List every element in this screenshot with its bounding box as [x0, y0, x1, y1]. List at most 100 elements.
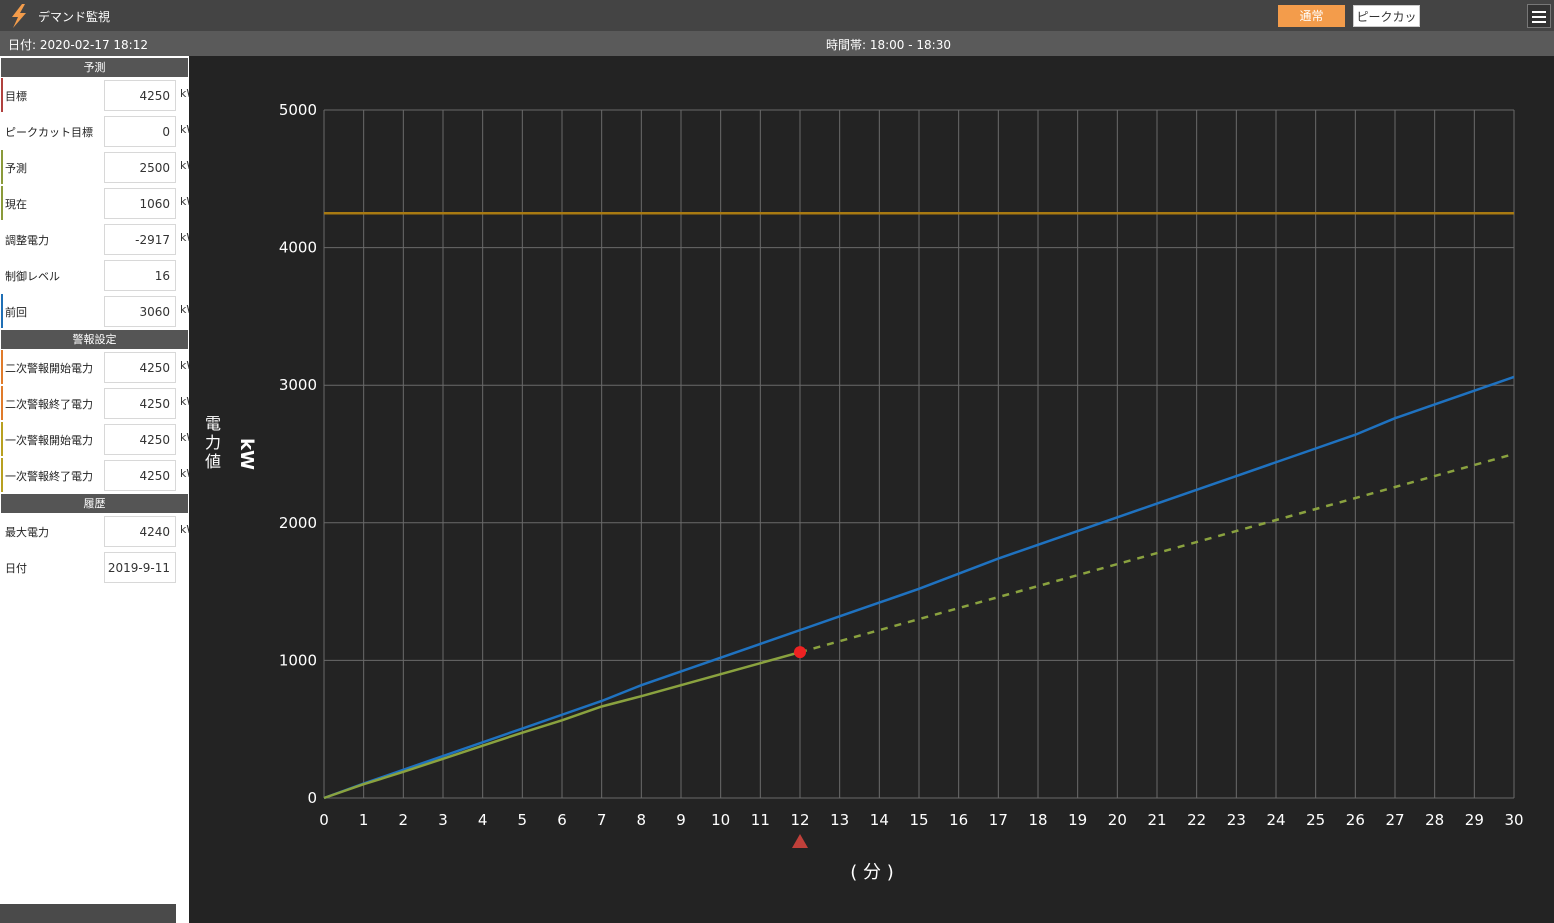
series-color-bar [1, 294, 3, 328]
x-tick-label: 29 [1465, 811, 1484, 829]
x-tick-label: 1 [359, 811, 369, 829]
x-tick-label: 17 [989, 811, 1008, 829]
row-secondary-alarm-end: 二次警報終了電力 4250 kW [0, 386, 189, 422]
previous-label: 前回 [5, 306, 27, 319]
x-tick-label: 28 [1425, 811, 1444, 829]
time-slot: 時間帯: 18:00 - 18:30 [826, 38, 951, 52]
current-field[interactable]: 1060 [104, 188, 176, 219]
y-unit-label: kW [236, 438, 257, 470]
unit-label: kW [180, 87, 189, 100]
unit-label: kW [180, 123, 189, 136]
x-tick-label: 18 [1028, 811, 1047, 829]
max-power-label: 最大電力 [5, 526, 49, 539]
x-tick-label: 15 [909, 811, 928, 829]
history-date-field[interactable]: 2019-9-11 [104, 552, 176, 583]
row-secondary-alarm-start: 二次警報開始電力 4250 kW [0, 350, 189, 386]
row-previous: 前回 3060 kW [0, 294, 189, 330]
row-primary-alarm-start: 一次警報開始電力 4250 kW [0, 422, 189, 458]
control-level-field[interactable]: 16 [104, 260, 176, 291]
x-tick-label: 13 [830, 811, 849, 829]
x-tick-label: 14 [870, 811, 889, 829]
unit-label: kW [180, 195, 189, 208]
alarm-settings-header: 警報設定 [1, 330, 188, 349]
forecast-field[interactable]: 2500 [104, 152, 176, 183]
y-tick-label: 3000 [279, 376, 317, 394]
current-value-point [794, 646, 806, 659]
series-color-bar [1, 422, 3, 456]
series-color-bar [1, 350, 3, 384]
peakcut-mode-button[interactable]: ピークカット [1353, 5, 1420, 46]
x-tick-label: 26 [1346, 811, 1365, 829]
unit-label: kW [180, 159, 189, 172]
x-tick-label: 4 [478, 811, 488, 829]
menu-icon[interactable] [1527, 4, 1551, 28]
info-bar: 日付: 2020-02-17 18:12 時間帯: 18:00 - 18:30 [0, 31, 1554, 56]
adjust-power-field[interactable]: -2917 [104, 224, 176, 255]
primary-alarm-start-label: 一次警報開始電力 [5, 434, 93, 447]
x-tick-label: 21 [1147, 811, 1166, 829]
x-tick-label: 24 [1266, 811, 1285, 829]
sidebar-footer [0, 904, 176, 923]
x-tick-label: 25 [1306, 811, 1325, 829]
row-primary-alarm-end: 一次警報終了電力 4250 kW [0, 458, 189, 494]
sidebar: 予測 警報設定 履歴 目標4250kWピークカット目標0kW予測2500kW現在… [0, 56, 189, 923]
app-title: デマンド監視 [38, 10, 111, 24]
series-color-bar [1, 78, 3, 112]
primary-alarm-end-field[interactable]: 4250 [104, 460, 176, 491]
current-label: 現在 [5, 198, 27, 211]
unit-label: kW [180, 431, 189, 444]
y-tick-label: 1000 [279, 651, 317, 669]
row-history-date: 日付 2019-9-11 [0, 550, 189, 586]
x-tick-label: 9 [676, 811, 686, 829]
unit-label: kW [180, 359, 189, 372]
primary-alarm-start-field[interactable]: 4250 [104, 424, 176, 455]
y-tick-label: 2000 [279, 514, 317, 532]
x-tick-label: 23 [1227, 811, 1246, 829]
row-adjust-power: 調整電力 -2917 kW [0, 222, 189, 258]
unit-label: kW [180, 395, 189, 408]
current-time-marker-icon [792, 834, 808, 848]
lightning-logo-icon [12, 4, 26, 28]
history-header: 履歴 [1, 494, 188, 513]
unit-label: kW [180, 467, 189, 480]
x-tick-label: 7 [597, 811, 607, 829]
target-field[interactable]: 4250 [104, 80, 176, 111]
secondary-alarm-end-field[interactable]: 4250 [104, 388, 176, 419]
x-tick-label: 30 [1504, 811, 1523, 829]
series-color-bar [1, 386, 3, 420]
series-color-bar [1, 458, 3, 492]
secondary-alarm-start-label: 二次警報開始電力 [5, 362, 93, 375]
adjust-power-label: 調整電力 [5, 234, 49, 247]
x-tick-label: 22 [1187, 811, 1206, 829]
x-tick-label: 0 [319, 811, 329, 829]
previous-field[interactable]: 3060 [104, 296, 176, 327]
row-current: 現在 1060 kW [0, 186, 189, 222]
y-tick-label: 5000 [279, 101, 317, 119]
row-target: 目標 4250 kW [0, 78, 189, 114]
prediction-header: 予測 [1, 58, 188, 77]
x-tick-label: 2 [399, 811, 409, 829]
control-level-label: 制御レベル [5, 270, 60, 283]
normal-mode-button[interactable]: 通常 [1278, 5, 1345, 27]
history-date-label: 日付 [5, 562, 27, 575]
peakcut-target-label: ピークカット目標 [5, 126, 93, 139]
peakcut-target-field[interactable]: 0 [104, 116, 176, 147]
x-tick-label: 16 [949, 811, 968, 829]
demand-chart: 010002000300040005000 0 1 2 3 4 5 6 7 8 9 10 11 12 13… [205, 101, 1524, 883]
x-tick-label: 27 [1385, 811, 1404, 829]
unit-label: kW [180, 303, 189, 316]
x-tick-label: 11 [751, 811, 770, 829]
forecast-label: 予測 [5, 162, 27, 175]
secondary-alarm-start-field[interactable]: 4250 [104, 352, 176, 383]
y-tick-label: 0 [307, 789, 317, 807]
x-tick-label: 5 [518, 811, 528, 829]
row-forecast: 予測 2500 kW [0, 150, 189, 186]
target-label: 目標 [5, 90, 27, 103]
x-tick-label: 8 [637, 811, 647, 829]
max-power-field[interactable]: 4240 [104, 516, 176, 547]
x-tick-label: 20 [1108, 811, 1127, 829]
y-axis-title: 電力値 [205, 414, 221, 471]
x-tick-label: 19 [1068, 811, 1087, 829]
y-tick-label: 4000 [279, 239, 317, 257]
secondary-alarm-end-label: 二次警報終了電力 [5, 398, 93, 411]
